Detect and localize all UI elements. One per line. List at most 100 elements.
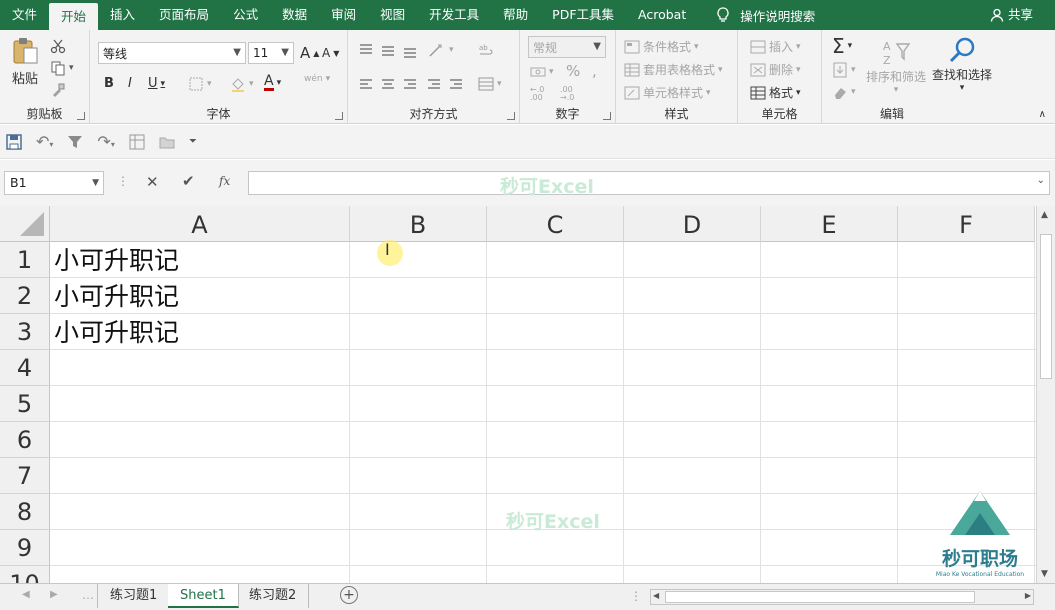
folder-icon[interactable] xyxy=(159,134,175,150)
underline-button[interactable]: U ▾ xyxy=(148,76,165,91)
font-size-dropdown[interactable]: 11 ▼ xyxy=(248,42,294,64)
row-header[interactable]: 6 xyxy=(0,422,50,458)
row-header[interactable]: 10 xyxy=(0,566,50,583)
number-launcher[interactable] xyxy=(603,112,611,120)
vertical-scrollbar[interactable]: ▲ ▼ xyxy=(1036,206,1055,583)
paste-button[interactable]: 粘贴 xyxy=(10,36,40,87)
copy-button[interactable]: ▾ xyxy=(50,60,74,76)
conditional-format-button[interactable]: 条件格式 ▾ xyxy=(624,38,699,55)
undo-icon[interactable]: ↶▾ xyxy=(36,132,53,151)
scroll-right-icon[interactable]: ▶ xyxy=(1025,591,1031,600)
row-header[interactable]: 2 xyxy=(0,278,50,314)
column-header-a[interactable]: A xyxy=(50,206,350,242)
sheet-tab[interactable]: 练习题1 xyxy=(97,584,171,608)
align-right-button[interactable] xyxy=(402,76,418,92)
orientation-button[interactable]: ▾ xyxy=(428,42,454,58)
column-header-f[interactable]: F xyxy=(898,206,1035,242)
font-launcher[interactable] xyxy=(335,112,343,120)
decrease-decimal-button[interactable]: .00 →.0 xyxy=(560,86,574,102)
sheet-tab[interactable]: 练习题2 xyxy=(237,584,310,608)
insert-function-icon[interactable]: fx xyxy=(219,174,230,188)
wrap-text-button[interactable]: ab xyxy=(478,42,494,58)
scroll-up-icon[interactable]: ▲ xyxy=(1041,210,1048,220)
grow-font-button[interactable]: A ▲ xyxy=(300,44,319,62)
cell-a[interactable] xyxy=(50,350,350,386)
italic-button[interactable]: I xyxy=(128,76,132,91)
row-header[interactable]: 1 xyxy=(0,242,50,278)
fill-color-button[interactable]: ▾ xyxy=(230,76,254,92)
formula-input[interactable]: ⌄ xyxy=(248,171,1050,195)
merge-center-button[interactable]: ▾ xyxy=(478,76,502,92)
vertical-scroll-thumb[interactable] xyxy=(1040,234,1052,379)
cell-styles-button[interactable]: 单元格样式 ▾ xyxy=(624,84,711,101)
tab-file[interactable]: 文件 xyxy=(0,0,49,30)
align-middle-button[interactable] xyxy=(380,42,396,58)
font-name-dropdown[interactable]: 等线 ▼ xyxy=(98,42,246,64)
row-header[interactable]: 7 xyxy=(0,458,50,494)
worksheet-grid[interactable]: A B C D E F 1 2 3 4 5 6 7 8 9 10 小可升职记 小… xyxy=(0,206,1036,583)
filter-icon[interactable] xyxy=(67,134,83,150)
tab-view[interactable]: 视图 xyxy=(368,0,417,30)
increase-indent-button[interactable] xyxy=(448,76,464,92)
add-sheet-icon[interactable]: + xyxy=(340,586,358,604)
cell-a[interactable] xyxy=(50,530,350,566)
horizontal-scrollbar[interactable]: ◀ ▶ xyxy=(650,589,1034,605)
cell-a[interactable] xyxy=(50,422,350,458)
align-bottom-button[interactable] xyxy=(402,42,418,58)
clear-button[interactable]: ▾ xyxy=(832,84,856,100)
cell-a[interactable] xyxy=(50,386,350,422)
scroll-down-icon[interactable]: ▼ xyxy=(1041,569,1048,579)
tab-insert[interactable]: 插入 xyxy=(98,0,147,30)
select-all-corner[interactable] xyxy=(0,206,50,242)
save-icon[interactable] xyxy=(6,133,22,150)
number-format-dropdown[interactable]: 常规 ▼ xyxy=(528,36,606,58)
comma-style-button[interactable]: , xyxy=(592,62,597,80)
font-color-button[interactable]: A ▾ xyxy=(264,74,281,91)
column-header-b[interactable]: B xyxy=(350,206,487,242)
insert-cells-button[interactable]: 插入 ▾ xyxy=(750,38,801,55)
tab-data[interactable]: 数据 xyxy=(270,0,319,30)
format-painter-button[interactable] xyxy=(50,82,66,98)
decrease-indent-button[interactable] xyxy=(426,76,442,92)
cell-a[interactable] xyxy=(50,494,350,530)
cut-button[interactable] xyxy=(50,38,66,54)
tab-developer[interactable]: 开发工具 xyxy=(417,0,491,30)
increase-decimal-button[interactable]: ←.0.00 xyxy=(530,86,544,102)
customize-qat-icon[interactable]: ⏷ xyxy=(189,136,197,147)
redo-icon[interactable]: ↷▾ xyxy=(97,132,114,151)
align-center-button[interactable] xyxy=(380,76,396,92)
align-left-button[interactable] xyxy=(358,76,374,92)
sheet-tab-active[interactable]: Sheet1 xyxy=(168,584,239,608)
cancel-entry-icon[interactable]: ✕ xyxy=(146,173,159,191)
format-cells-button[interactable]: 格式 ▾ xyxy=(750,84,801,101)
row-header[interactable]: 3 xyxy=(0,314,50,350)
tab-help[interactable]: 帮助 xyxy=(491,0,540,30)
tab-acrobat[interactable]: Acrobat xyxy=(626,0,698,30)
shrink-font-button[interactable]: A ▼ xyxy=(322,46,339,60)
cell-a[interactable]: 小可升职记 xyxy=(50,242,350,278)
column-header-d[interactable]: D xyxy=(624,206,761,242)
prev-sheet-icon[interactable]: ◀ xyxy=(22,589,30,600)
bold-button[interactable]: B xyxy=(104,76,114,91)
confirm-entry-icon[interactable]: ✔ xyxy=(182,172,195,190)
column-header-e[interactable]: E xyxy=(761,206,898,242)
format-as-table-button[interactable]: 套用表格格式 ▾ xyxy=(624,61,723,78)
share-button[interactable]: 共享 xyxy=(990,0,1033,30)
scroll-left-icon[interactable]: ◀ xyxy=(653,591,659,600)
border-button[interactable]: ▾ xyxy=(188,76,212,92)
cell-a[interactable]: 小可升职记 xyxy=(50,314,350,350)
cell-a[interactable] xyxy=(50,458,350,494)
tab-pdf-tools[interactable]: PDF工具集 xyxy=(540,0,626,30)
tab-review[interactable]: 审阅 xyxy=(319,0,368,30)
sort-filter-button[interactable]: AZ 排序和筛选 ▾ xyxy=(866,38,926,95)
tell-me-search[interactable]: 操作说明搜索 xyxy=(716,6,815,25)
expand-formula-icon[interactable]: ⌄ xyxy=(1037,175,1045,186)
alignment-launcher[interactable] xyxy=(507,112,515,120)
cell-a[interactable]: 小可升职记 xyxy=(50,278,350,314)
name-box[interactable]: B1 ▼ xyxy=(4,171,104,195)
horizontal-scroll-thumb[interactable] xyxy=(665,591,975,603)
find-select-button[interactable]: 查找和选择 ▾ xyxy=(932,36,992,93)
table-icon[interactable] xyxy=(129,134,145,150)
percent-button[interactable]: % xyxy=(566,62,580,80)
row-header[interactable]: 4 xyxy=(0,350,50,386)
